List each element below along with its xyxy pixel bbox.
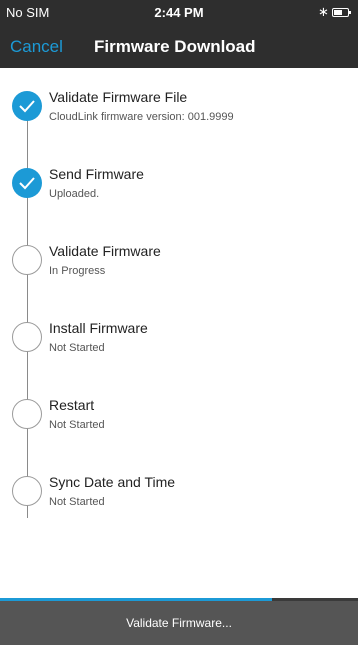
battery-icon <box>332 8 351 17</box>
step-install-firmware: Install Firmware Not Started <box>0 317 358 381</box>
step-title: Restart <box>49 397 95 413</box>
checkmark-icon <box>12 168 42 198</box>
bluetooth-icon: ∗ <box>318 4 329 19</box>
step-validate-firmware-file: Validate Firmware File CloudLink firmwar… <box>0 86 358 150</box>
step-status: Not Started <box>49 496 105 508</box>
clock: 2:44 PM <box>154 5 204 20</box>
step-title: Sync Date and Time <box>49 474 176 490</box>
step-title: Install Firmware <box>49 320 148 336</box>
step-sync-date-and-time: Sync Date and Time Not Started <box>0 471 358 535</box>
step-status: CloudLink firmware version: 001.9999 <box>49 111 234 123</box>
navigation-bar: Cancel Firmware Download <box>0 26 358 68</box>
pending-circle-icon <box>12 476 42 506</box>
step-title: Validate Firmware File <box>49 89 188 105</box>
page-title: Firmware Download <box>94 37 256 56</box>
progress-status-label: Validate Firmware... <box>126 616 232 630</box>
step-status: Not Started <box>49 342 105 354</box>
step-status: Uploaded. <box>49 188 100 200</box>
pending-circle-icon <box>12 322 42 352</box>
step-status: Not Started <box>49 419 105 431</box>
step-status: In Progress <box>49 265 106 277</box>
pending-circle-icon <box>12 245 42 275</box>
checkmark-icon <box>12 91 42 121</box>
step-validate-firmware: Validate Firmware In Progress <box>0 240 358 304</box>
status-bar: No SIM 2:44 PM ∗ <box>0 0 358 26</box>
cancel-button[interactable]: Cancel <box>10 37 63 57</box>
progress-status-bar: Validate Firmware... <box>0 601 358 645</box>
step-title: Send Firmware <box>49 166 144 182</box>
step-send-firmware: Send Firmware Uploaded. <box>0 163 358 227</box>
step-title: Validate Firmware <box>49 243 161 259</box>
step-restart: Restart Not Started <box>0 394 358 458</box>
pending-circle-icon <box>12 399 42 429</box>
